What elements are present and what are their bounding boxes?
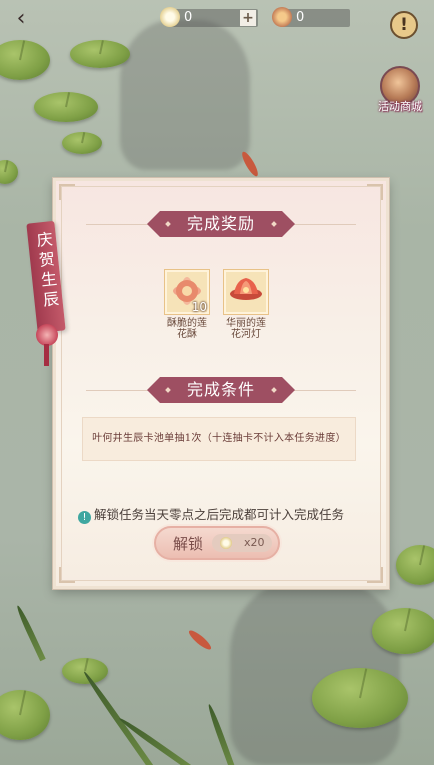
unlock-notice: ! 解锁任务当天零点之后完成都可计入完成任务: [78, 504, 368, 524]
ribbon-knot: [36, 324, 58, 346]
ribbon-tassel: [44, 344, 49, 366]
corner-ornament: [59, 567, 75, 583]
koi-fish: [186, 627, 214, 653]
reward-name: 酥脆的莲花酥: [167, 318, 207, 340]
reward-item[interactable]: 10 酥脆的莲花酥: [164, 269, 210, 340]
lily-pad: [62, 132, 102, 154]
help-button[interactable]: !: [390, 11, 418, 39]
event-shop-button[interactable]: 活动商城: [376, 66, 424, 113]
rewards-title: 完成奖励: [147, 211, 295, 237]
exclamation-icon: !: [400, 15, 408, 35]
reward-count: 10: [191, 300, 207, 314]
condition-text: 叶何井生辰卡池单抽1次（十连抽卡不计入本任务进度）: [82, 417, 356, 461]
reward-name: 华丽的莲花河灯: [226, 318, 266, 340]
unlock-button[interactable]: 解锁 x20: [154, 526, 280, 560]
back-button[interactable]: ‹: [10, 8, 32, 30]
lotus-coin-icon: [160, 7, 180, 27]
info-icon: !: [78, 511, 91, 524]
lotus-coin-value: 0: [184, 10, 193, 25]
unlock-cost: x20: [212, 534, 272, 552]
notice-text: 解锁任务当天零点之后完成都可计入完成任务: [94, 507, 345, 522]
lily-pad: [0, 160, 18, 184]
corner-ornament: [59, 184, 75, 200]
unlock-cost-value: x20: [244, 536, 265, 549]
lily-pad: [312, 668, 408, 728]
cake-value: 0: [296, 10, 305, 25]
corner-ornament: [367, 567, 383, 583]
background-figure: [120, 20, 250, 170]
lotus-pastry-icon: 10: [164, 269, 210, 315]
task-dialog: 完成奖励 10 酥脆的莲花酥 华丽的莲花河灯 完成条件 叶何井生辰卡池单抽1次（…: [53, 178, 389, 589]
add-currency-button[interactable]: +: [240, 10, 256, 26]
cake-icon: [272, 7, 292, 27]
reward-item[interactable]: 华丽的莲花河灯: [223, 269, 269, 340]
lotus-coin-icon: [220, 537, 232, 549]
lotus-coin-counter: 0 +: [160, 7, 258, 27]
birthday-ribbon: 庆贺生辰: [22, 212, 68, 366]
lotus-lantern-icon: [223, 269, 269, 315]
top-bar: ‹ 0 + 0 !: [0, 0, 434, 40]
grass-blade: [14, 604, 46, 662]
lily-pad: [0, 690, 50, 740]
conditions-title: 完成条件: [147, 377, 295, 403]
lily-pad: [396, 545, 434, 585]
koi-fish: [239, 149, 261, 179]
corner-ornament: [367, 184, 383, 200]
lily-pad: [0, 40, 50, 80]
lily-pad: [70, 40, 130, 68]
cake-counter: 0: [272, 7, 350, 27]
event-shop-label: 活动商城: [378, 100, 422, 113]
lily-pad: [372, 608, 434, 654]
unlock-label: 解锁: [173, 535, 204, 553]
chevron-left-icon: ‹: [16, 6, 26, 31]
lily-pad: [34, 92, 98, 122]
